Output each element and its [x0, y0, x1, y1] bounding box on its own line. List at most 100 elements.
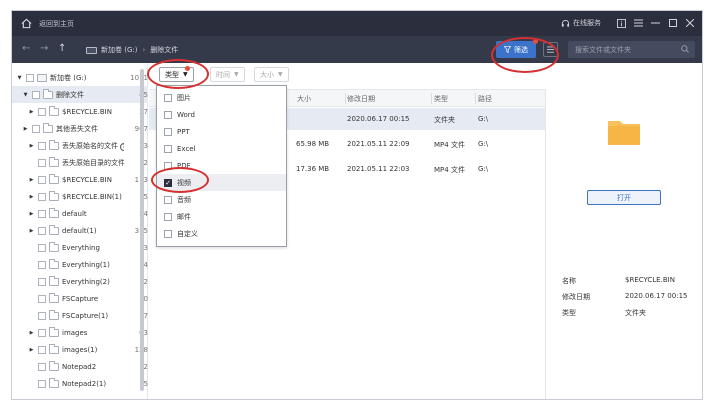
open-button[interactable]: 打开 [587, 190, 661, 205]
tree-item-deleted-files[interactable]: ▼ 删除文件 45 [12, 86, 148, 103]
option-checkbox[interactable] [164, 229, 172, 238]
tree-item[interactable]: ▶ $RECYCLE.BIN(1) 15 [12, 188, 148, 205]
tree-checkbox[interactable] [38, 379, 46, 388]
tree-item-drive[interactable]: ▼ 新加卷 (G:) 1071 [12, 69, 148, 86]
tree-item[interactable]: Everything(1) 4 [12, 256, 148, 273]
type-option-pdf[interactable]: PDF [157, 157, 286, 174]
checkmark-icon[interactable]: ✓ [164, 178, 172, 187]
expand-arrow-icon[interactable]: ▶ [28, 211, 35, 217]
tree-checkbox[interactable] [38, 345, 46, 354]
tree-item[interactable]: FSCapture 10 [12, 290, 148, 307]
tree-checkbox[interactable] [38, 328, 46, 337]
up-arrow-icon[interactable]: ↑ [58, 43, 66, 54]
expand-arrow-icon[interactable]: ▶ [22, 126, 29, 132]
tree-checkbox[interactable] [38, 175, 46, 184]
tree-checkbox[interactable] [26, 73, 34, 82]
back-to-home-link[interactable]: 返回到主页 [39, 19, 74, 29]
option-checkbox[interactable] [164, 195, 172, 204]
option-label: PDF [177, 161, 191, 170]
minimize-button[interactable] [647, 16, 664, 30]
type-option-image[interactable]: 图片 [157, 89, 286, 106]
option-checkbox[interactable] [164, 212, 172, 221]
home-icon[interactable] [21, 18, 32, 29]
option-checkbox[interactable] [164, 161, 172, 170]
tree-checkbox[interactable] [38, 107, 46, 116]
breadcrumb-drive[interactable]: 新加卷 (G:) [101, 45, 137, 55]
back-arrow-icon[interactable]: ← [22, 43, 30, 54]
tree-item[interactable]: ▶ images(1) 128 [12, 341, 148, 358]
column-header-modified[interactable]: 修改日期 [347, 94, 375, 104]
expand-arrow-icon[interactable]: ▶ [28, 347, 35, 353]
column-header-path[interactable]: 路径 [478, 94, 492, 104]
tree-item[interactable]: Notepad2 2 [12, 358, 148, 375]
column-header-size[interactable]: 大小 [297, 94, 311, 104]
option-checkbox[interactable] [164, 144, 172, 153]
close-button[interactable] [681, 16, 698, 30]
tree-checkbox[interactable] [38, 277, 46, 286]
online-service-button[interactable]: 在线服务 [561, 18, 601, 28]
tree-item[interactable]: Everything 3 [12, 239, 148, 256]
forward-arrow-icon[interactable]: → [40, 43, 48, 54]
option-checkbox[interactable] [164, 110, 172, 119]
column-header-type[interactable]: 类型 [434, 94, 448, 104]
expand-arrow-icon[interactable]: ▶ [28, 109, 35, 115]
tree-item[interactable]: Everything(2) 2 [12, 273, 148, 290]
maximize-button[interactable] [664, 16, 681, 30]
option-checkbox[interactable] [164, 127, 172, 136]
detail-type-value: 文件夹 [625, 309, 646, 317]
tree-item[interactable]: Notepad2(1) 5 [12, 375, 148, 392]
collapse-arrow-icon[interactable]: ▼ [16, 75, 23, 81]
folder-icon [49, 207, 59, 218]
tree-checkbox[interactable] [38, 311, 46, 320]
tree-item-count: 2 [143, 277, 148, 286]
menu-button[interactable] [630, 16, 647, 30]
type-option-custom[interactable]: 自定义 [157, 225, 286, 242]
tree-item-lost-name-files[interactable]: ▶ 丢失原始名的文件? 33 [12, 137, 148, 154]
tree-item[interactable]: ▶ default(1) 315 [12, 222, 148, 239]
tree-item-label: Everything(2) [62, 277, 110, 286]
expand-arrow-icon[interactable]: ▶ [28, 143, 35, 149]
expand-arrow-icon[interactable]: ▶ [28, 228, 35, 234]
type-option-excel[interactable]: Excel [157, 140, 286, 157]
tree-item[interactable]: ▶ $RECYCLE.BIN 113 [12, 171, 148, 188]
tree-checkbox[interactable] [38, 260, 46, 269]
tree-item[interactable]: ▶ images 63 [12, 324, 148, 341]
funnel-icon [504, 46, 511, 53]
type-option-audio[interactable]: 音频 [157, 191, 286, 208]
minimize-icon [651, 22, 660, 24]
filter-button[interactable]: 筛选 [496, 41, 536, 58]
option-label: 视频 [177, 178, 191, 187]
tree-item[interactable]: FSCapture(1) 17 [12, 307, 148, 324]
collapse-arrow-icon[interactable]: ▼ [22, 92, 29, 98]
tree-checkbox[interactable] [32, 124, 40, 133]
search-input[interactable]: 搜索文件或文件夹 [568, 41, 695, 58]
type-option-ppt[interactable]: PPT [157, 123, 286, 140]
tree-checkbox[interactable] [32, 90, 40, 99]
time-filter-dropdown[interactable]: 时间 ▼ [210, 67, 245, 82]
tree-checkbox[interactable] [38, 294, 46, 303]
tree-item[interactable]: ▶ default 54 [12, 205, 148, 222]
tree-item-lost-dir-files[interactable]: 丢失原始目录的文件 2 [12, 154, 148, 171]
option-label: Excel [177, 144, 196, 153]
tree-item-other-lost-files[interactable]: ▶ 其他丢失文件 967 [12, 120, 148, 137]
tree-checkbox[interactable] [38, 141, 46, 150]
type-option-email[interactable]: 邮件 [157, 208, 286, 225]
type-option-video[interactable]: ✓ 视频 [157, 174, 286, 191]
option-checkbox[interactable] [164, 93, 172, 102]
view-toggle-button[interactable] [543, 42, 558, 57]
expand-arrow-icon[interactable]: ▶ [28, 177, 35, 183]
type-option-word[interactable]: Word [157, 106, 286, 123]
tree-checkbox[interactable] [38, 362, 46, 371]
breadcrumb-folder[interactable]: 删除文件 [150, 45, 178, 55]
tree-checkbox[interactable] [38, 192, 46, 201]
tree-checkbox[interactable] [38, 209, 46, 218]
tree-checkbox[interactable] [38, 226, 46, 235]
size-filter-dropdown[interactable]: 大小 ▼ [254, 67, 289, 82]
tree-checkbox[interactable] [38, 158, 46, 167]
expand-arrow-icon[interactable]: ▶ [28, 194, 35, 200]
tree-checkbox[interactable] [38, 243, 46, 252]
tree-item-recycle-bin[interactable]: ▶ $RECYCLE.BIN 27 [12, 103, 148, 120]
tree-scrollbar[interactable] [140, 69, 144, 391]
expand-arrow-icon[interactable]: ▶ [28, 330, 35, 336]
info-button[interactable] [613, 16, 630, 30]
